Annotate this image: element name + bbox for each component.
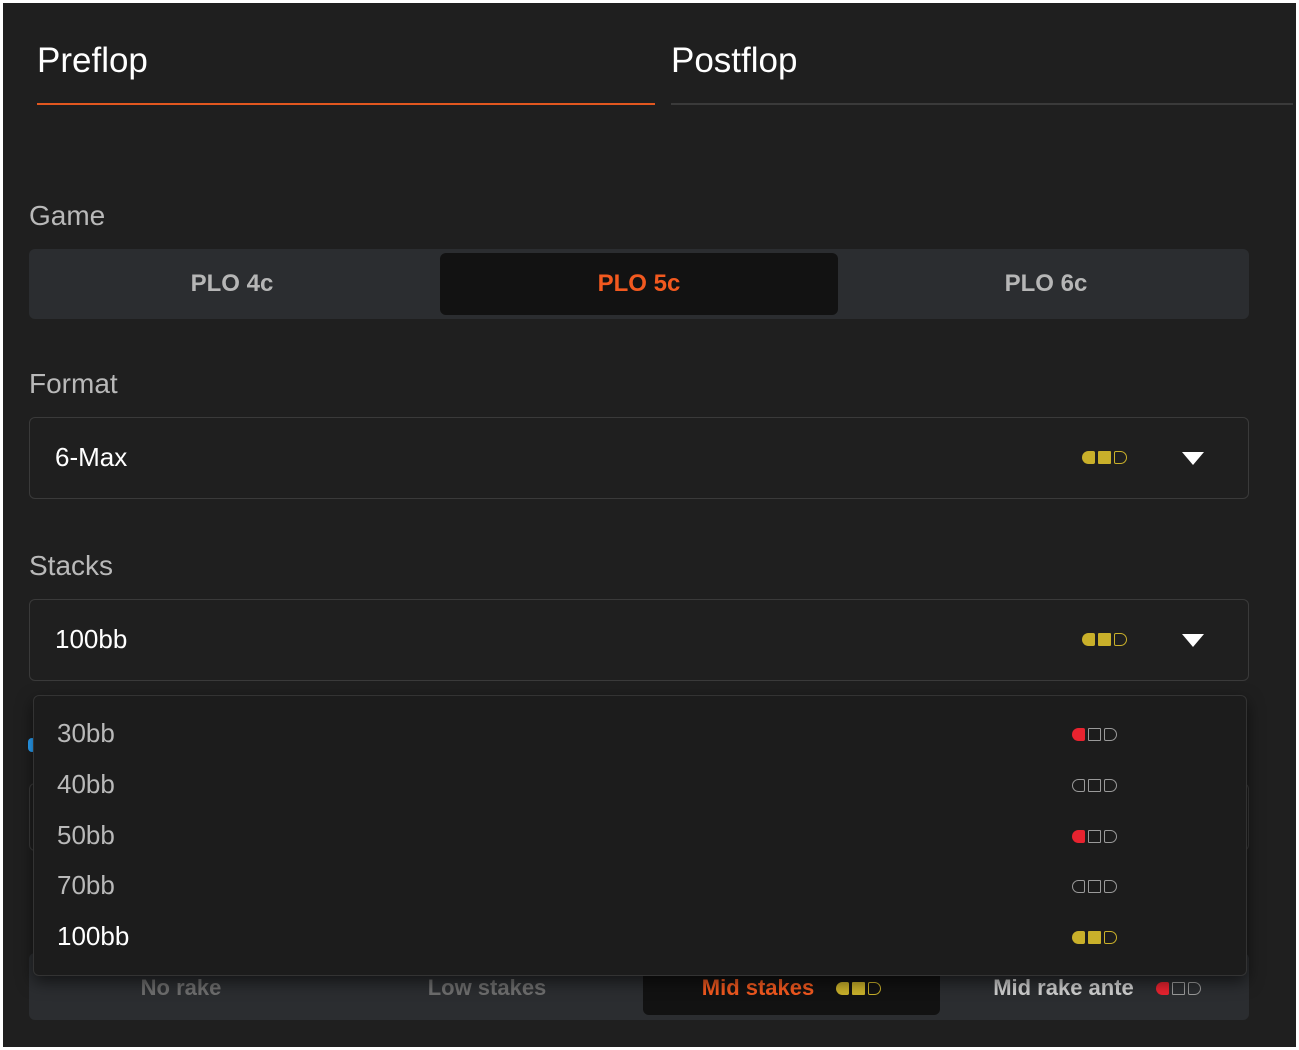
indicator-square-icon bbox=[1088, 931, 1101, 944]
stacks-option-label: 50bb bbox=[57, 820, 115, 850]
format-strength-indicator bbox=[1082, 451, 1127, 464]
game-section-label: Game bbox=[29, 200, 106, 231]
tab-preflop[interactable]: Preflop bbox=[37, 41, 148, 81]
indicator-pill-icon bbox=[1072, 779, 1085, 792]
rake-strength-indicator bbox=[1155, 974, 1201, 995]
indicator-pill-icon bbox=[836, 981, 850, 995]
format-select[interactable]: 6-Max bbox=[29, 417, 1249, 499]
game-option-plo-6c[interactable]: PLO 6c bbox=[847, 253, 1245, 315]
game-option-plo-5c[interactable]: PLO 5c bbox=[440, 253, 838, 315]
stacks-option-50bb[interactable]: 50bb bbox=[34, 811, 1246, 861]
stacks-option-100bb[interactable]: 100bb bbox=[34, 912, 1246, 962]
stacks-option-label: 70bb bbox=[57, 870, 115, 900]
indicator-d-icon bbox=[1104, 880, 1117, 893]
indicator-square-icon bbox=[1088, 880, 1101, 893]
indicator-pill-icon bbox=[1072, 880, 1085, 893]
stacks-option-indicator bbox=[1072, 728, 1117, 741]
tab-postflop-underline bbox=[671, 103, 1293, 105]
tab-postflop[interactable]: Postflop bbox=[671, 41, 797, 81]
indicator-square-icon bbox=[1098, 451, 1111, 464]
indicator-d-icon bbox=[868, 981, 882, 995]
stacks-option-indicator bbox=[1072, 931, 1117, 944]
rake-strength-indicator bbox=[836, 974, 882, 995]
format-select-value: 6-Max bbox=[55, 442, 128, 472]
indicator-pill-icon bbox=[1072, 728, 1085, 741]
chevron-down-icon[interactable] bbox=[1182, 452, 1204, 465]
stacks-option-indicator bbox=[1072, 880, 1117, 893]
stacks-option-label: 30bb bbox=[57, 718, 115, 748]
indicator-square-icon bbox=[1098, 633, 1111, 646]
stacks-option-40bb[interactable]: 40bb bbox=[34, 760, 1246, 810]
indicator-square-icon bbox=[1171, 981, 1185, 995]
stacks-option-label: 100bb bbox=[57, 921, 130, 951]
stacks-option-70bb[interactable]: 70bb bbox=[34, 861, 1246, 911]
indicator-pill-icon bbox=[1155, 981, 1169, 995]
indicator-square-icon bbox=[1088, 728, 1101, 741]
indicator-d-icon bbox=[1104, 830, 1117, 843]
indicator-d-icon bbox=[1104, 931, 1117, 944]
app-panel: Preflop Postflop Game PLO 4c PLO 5c PLO … bbox=[3, 3, 1296, 1047]
stacks-select-value: 100bb bbox=[55, 624, 128, 654]
indicator-d-icon bbox=[1187, 981, 1201, 995]
stacks-option-30bb[interactable]: 30bb bbox=[34, 709, 1246, 759]
stacks-option-indicator bbox=[1072, 830, 1117, 843]
stacks-dropdown-menu: 30bb 40bb 50bb 70bb 100bb bbox=[33, 695, 1247, 976]
stacks-option-indicator bbox=[1072, 779, 1117, 792]
indicator-pill-icon bbox=[1072, 931, 1085, 944]
indicator-d-icon bbox=[1104, 728, 1117, 741]
stacks-option-label: 40bb bbox=[57, 769, 115, 799]
indicator-square-icon bbox=[852, 981, 866, 995]
indicator-d-icon bbox=[1114, 451, 1127, 464]
indicator-pill-icon bbox=[1072, 830, 1085, 843]
game-option-plo-4c[interactable]: PLO 4c bbox=[33, 253, 431, 315]
indicator-pill-icon bbox=[1082, 451, 1095, 464]
indicator-pill-icon bbox=[1082, 633, 1095, 646]
chevron-down-icon[interactable] bbox=[1182, 634, 1204, 647]
tab-preflop-underline bbox=[37, 103, 655, 105]
indicator-d-icon bbox=[1104, 779, 1117, 792]
stacks-strength-indicator bbox=[1082, 633, 1127, 646]
format-section-label: Format bbox=[29, 368, 118, 399]
stacks-section-label: Stacks bbox=[29, 550, 114, 581]
indicator-square-icon bbox=[1088, 779, 1101, 792]
stacks-select[interactable]: 100bb bbox=[29, 599, 1249, 681]
indicator-d-icon bbox=[1114, 633, 1127, 646]
game-segmented-control: PLO 4c PLO 5c PLO 6c bbox=[29, 249, 1249, 319]
indicator-square-icon bbox=[1088, 830, 1101, 843]
